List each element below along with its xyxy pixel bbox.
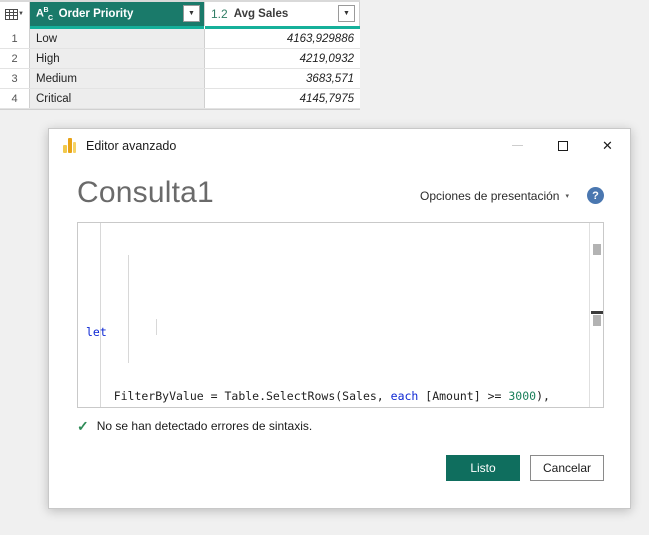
scrollbar-thumb[interactable] xyxy=(593,315,601,326)
row-number: 3 xyxy=(0,69,30,88)
query-name-title: Consulta1 xyxy=(77,176,214,209)
editor-vertical-scrollbar[interactable] xyxy=(589,223,603,407)
table-row[interactable]: 1 Low 4163,929886 xyxy=(0,29,360,49)
column-header-order-priority[interactable]: ABC Order Priority ▼ xyxy=(30,2,205,26)
row-number: 2 xyxy=(0,49,30,68)
chevron-down-icon: ▼ xyxy=(188,10,195,17)
chevron-down-icon: ▼ xyxy=(18,11,24,17)
syntax-status: ✓ No se han detectado errores de sintaxi… xyxy=(77,419,604,433)
grid-header-row: ▼ ABC Order Priority ▼ 1.2 Avg Sales ▼ xyxy=(0,2,360,26)
dialog-title: Editor avanzado xyxy=(86,138,177,153)
cell-order-priority[interactable]: Low xyxy=(30,29,205,48)
column-filter-dropdown-avg-sales[interactable]: ▼ xyxy=(338,5,355,22)
dialog-header: Consulta1 Opciones de presentación ▾ ? xyxy=(49,162,630,214)
cell-order-priority[interactable]: Medium xyxy=(30,69,205,88)
cell-order-priority[interactable]: High xyxy=(30,49,205,68)
scrollbar-thumb[interactable] xyxy=(593,244,601,255)
cell-avg-sales[interactable]: 4145,7975 xyxy=(205,89,360,108)
advanced-editor-dialog: Editor avanzado ✕ Consulta1 Opciones de … xyxy=(48,128,631,509)
maximize-button[interactable] xyxy=(540,129,585,162)
table-row[interactable]: 3 Medium 3683,571 xyxy=(0,69,360,89)
cancel-button[interactable]: Cancelar xyxy=(530,455,604,481)
syntax-status-text: No se han detectado errores de sintaxis. xyxy=(96,419,313,433)
cell-avg-sales[interactable]: 4163,929886 xyxy=(205,29,360,48)
dialog-titlebar[interactable]: Editor avanzado ✕ xyxy=(49,129,630,162)
row-number: 1 xyxy=(0,29,30,48)
dialog-buttons: Listo Cancelar xyxy=(77,455,604,481)
checkmark-icon: ✓ xyxy=(77,418,89,434)
code-line: let xyxy=(78,324,589,340)
minimize-icon xyxy=(512,145,523,146)
display-options-label: Opciones de presentación xyxy=(420,188,560,203)
code-text-area[interactable]: let FilterByValue = Table.SelectRows(Sal… xyxy=(78,223,589,407)
minimize-button[interactable] xyxy=(495,129,540,162)
cell-avg-sales[interactable]: 3683,571 xyxy=(205,69,360,88)
code-text: [Amount] >= xyxy=(418,389,509,403)
column-header-avg-sales[interactable]: 1.2 Avg Sales ▼ xyxy=(205,2,360,26)
maximize-icon xyxy=(557,140,568,151)
scrollbar-marker xyxy=(591,311,603,314)
query-preview-grid: ▼ ABC Order Priority ▼ 1.2 Avg Sales ▼ 1… xyxy=(0,0,360,110)
done-button[interactable]: Listo xyxy=(446,455,520,481)
header-actions: Opciones de presentación ▾ ? xyxy=(420,187,604,208)
code-line: FilterByValue = Table.SelectRows(Sales, … xyxy=(78,388,589,404)
row-number: 4 xyxy=(0,89,30,108)
abc-text-type-icon: ABC xyxy=(36,6,53,22)
cell-avg-sales[interactable]: 4219,0932 xyxy=(205,49,360,68)
close-button[interactable]: ✕ xyxy=(585,129,630,162)
chevron-down-icon: ▾ xyxy=(565,192,569,200)
table-row[interactable]: 2 High 4219,0932 xyxy=(0,49,360,69)
code-number: 3000 xyxy=(508,389,537,403)
code-editor[interactable]: let FilterByValue = Table.SelectRows(Sal… xyxy=(77,222,604,408)
column-header-label: Order Priority xyxy=(58,8,134,20)
window-controls: ✕ xyxy=(495,129,630,162)
code-keyword-let: let xyxy=(86,325,107,339)
column-filter-dropdown-order-priority[interactable]: ▼ xyxy=(183,5,200,22)
table-row[interactable]: 4 Critical 4145,7975 xyxy=(0,89,360,109)
table-grid-icon xyxy=(5,8,19,20)
decimal-number-type-icon: 1.2 xyxy=(211,7,228,21)
chevron-down-icon: ▼ xyxy=(343,10,350,17)
cell-order-priority[interactable]: Critical xyxy=(30,89,205,108)
power-bi-logo-icon xyxy=(63,138,77,153)
display-options-dropdown[interactable]: Opciones de presentación ▾ xyxy=(420,189,569,203)
help-icon[interactable]: ? xyxy=(587,187,604,204)
select-all-columns-button[interactable]: ▼ xyxy=(0,2,30,26)
code-text: ), xyxy=(536,389,550,403)
column-header-label: Avg Sales xyxy=(233,8,289,20)
code-keyword-each: each xyxy=(390,389,419,403)
code-text: FilterByValue = Table.SelectRows(Sales, xyxy=(86,389,391,403)
